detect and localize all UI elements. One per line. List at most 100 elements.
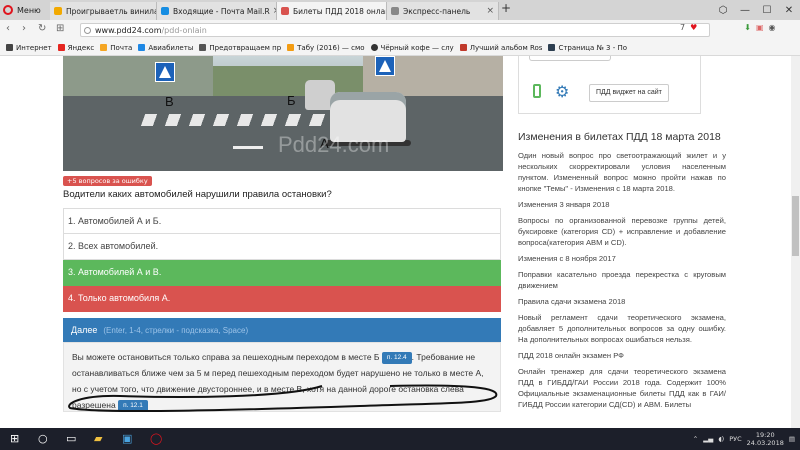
bookmark-label: Табу (2016) — смо (297, 43, 365, 52)
clock-date: 24.03.2018 (746, 439, 784, 447)
answer-option-1[interactable]: 1. Автомобилей А и Б. (63, 208, 501, 234)
scene-lane-marking (233, 146, 263, 149)
bookmark-label: Яндекс (67, 43, 95, 52)
tab-express-panel[interactable]: Экспресс-панель × (387, 2, 499, 20)
address-bar: ‹ › ↻ ⊞ www.pdd24.com/pdd-onlain 7 ♥ ⬇ ▣… (0, 20, 800, 41)
news-column: Изменения в билетах ПДД 18 марта 2018 Од… (518, 130, 726, 415)
bookmark-icon (199, 44, 207, 51)
bookmark-avia[interactable]: Авиабилеты (138, 44, 193, 52)
download-icon[interactable]: ⬇ (744, 23, 751, 32)
url-field[interactable]: www.pdd24.com/pdd-onlain (80, 23, 710, 37)
search-icon[interactable]: ○ (38, 432, 48, 445)
explanation-text-1: Вы можете остановиться только справа за … (72, 352, 380, 362)
gear-icon[interactable]: ⚙ (555, 82, 569, 101)
bookmark-mail[interactable]: Почта (100, 44, 132, 52)
bookmarks-bar: Интернет Яндекс Почта Авиабилеты Предотв… (0, 40, 800, 56)
minimize-icon[interactable]: — (734, 5, 756, 16)
bookmark-album[interactable]: Лучший альбом Ros (459, 44, 542, 52)
tab-title: Проигрываетль винила (66, 6, 157, 16)
opera-menu-button[interactable]: Меню (3, 2, 41, 18)
speed-dial-icon[interactable]: ⊞ (56, 23, 64, 34)
tab-close-icon[interactable]: × (270, 6, 276, 16)
explanation-panel: Вы можете остановиться только справа за … (63, 342, 501, 412)
bookmark-label: Предотвращаем пр (209, 43, 282, 52)
maximize-icon[interactable]: ☐ (756, 5, 778, 16)
tab-favicon-icon (54, 7, 62, 15)
news-item: Новый регламент сдачи теоретического экз… (518, 313, 726, 344)
clock[interactable]: 19:20 24.03.2018 (747, 431, 784, 447)
bookmark-coffee[interactable]: Чёрный кофе — слу (370, 43, 454, 52)
new-tab-button[interactable]: + (501, 1, 511, 15)
volume-icon[interactable]: ◖) (718, 435, 724, 443)
tab-title: Экспресс-панель (403, 6, 471, 16)
notifications-icon[interactable]: ▤ (789, 435, 795, 443)
rule-link-12-4[interactable]: п. 12.4 (381, 351, 412, 364)
opera-taskbar-icon[interactable]: ◯ (150, 432, 162, 445)
adblock-count[interactable]: 7 (680, 23, 685, 32)
widget-top-button[interactable] (529, 56, 611, 61)
forward-icon[interactable]: › (22, 23, 26, 34)
bookmark-page3[interactable]: Страница № 3 - По (548, 44, 627, 52)
heart-icon[interactable]: ♥ (690, 23, 697, 32)
system-tray: ⌃ ▂▄ ◖) РУС 19:20 24.03.2018 ▤ (693, 428, 795, 450)
answer-option-2[interactable]: 2. Всех автомобилей. (63, 234, 501, 260)
tab-pdd[interactable]: Билеты ПДД 2018 онлайн × (277, 2, 387, 20)
language-indicator[interactable]: РУС (729, 435, 741, 443)
tab-favicon-icon (391, 7, 399, 15)
file-explorer-icon[interactable]: ▰ (94, 432, 102, 445)
extension-icon[interactable]: ▣ (756, 23, 764, 32)
news-item: ПДД 2018 онлайн экзамен РФ (518, 351, 624, 360)
tray-chevron-icon[interactable]: ⌃ (693, 435, 698, 443)
tabs-menu-icon[interactable]: ⬡ (712, 5, 734, 16)
answer-option-3[interactable]: 3. Автомобилей А и В. (63, 260, 501, 286)
next-hint: (Enter, 1-4, стрелки - подсказка, Space) (103, 326, 249, 335)
windows-start-icon[interactable]: ⊞ (10, 432, 19, 445)
answer-option-4[interactable]: 4. Только автомобиля А. (63, 286, 501, 312)
network-icon[interactable]: ▂▄ (703, 435, 713, 443)
scrollbar-thumb[interactable] (792, 196, 799, 256)
task-view-icon[interactable]: ▭ (66, 432, 76, 445)
tab-close-icon[interactable]: × (483, 6, 494, 16)
bookmark-prevent[interactable]: Предотвращаем пр (199, 44, 281, 52)
news-item: Изменения с 8 ноября 2017 (518, 254, 616, 263)
bookmark-icon (6, 44, 13, 51)
url-domain: www.pdd24.com (95, 26, 162, 35)
news-item: Вопросы по организованной перевозке груп… (518, 216, 726, 247)
pedestrian-crossing-sign-icon (155, 62, 175, 82)
reload-icon[interactable]: ↻ (38, 23, 46, 34)
pedestrian-crossing-sign-icon (375, 56, 395, 76)
tab-mail[interactable]: Входящие - Почта Mail.R × (157, 2, 277, 20)
question-text: Водители каких автомобилей нарушили прав… (63, 189, 332, 200)
rule-link-12-1[interactable]: п. 12.1 (118, 399, 148, 412)
bookmark-label: Чёрный кофе — слу (380, 43, 454, 52)
windows-taskbar: ⊞ ○ ▭ ▰ ▣ ◯ ⌃ ▂▄ ◖) РУС 19:20 24.03.2018… (0, 428, 800, 450)
bookmark-tabu[interactable]: Табу (2016) — смо (287, 43, 365, 52)
bookmark-label: Почта (110, 43, 133, 52)
site-info-icon[interactable] (84, 27, 91, 34)
close-window-icon[interactable]: ✕ (778, 5, 800, 16)
tab-bar: Меню Проигрываетль винила × Входящие - П… (0, 0, 800, 20)
phone-icon[interactable] (533, 84, 541, 98)
answers-list: 1. Автомобилей А и Б. 2. Всех автомобиле… (63, 208, 501, 312)
page-scrollbar[interactable] (791, 56, 800, 428)
bookmark-icon (459, 44, 467, 51)
play-icon (370, 44, 378, 51)
next-label: Далее (71, 325, 98, 335)
news-item: Поправки касательно проезда перекрестка … (518, 270, 726, 290)
news-item: Онлайн тренажер для сдачи теоретического… (518, 367, 726, 409)
yandex-icon (57, 44, 65, 51)
account-icon[interactable]: ◉ (769, 23, 776, 32)
penalty-badge: +5 вопросов за ошибку (63, 176, 152, 186)
address-bar-actions: 7 ♥ ⬇ ▣ ◉ (680, 23, 776, 32)
store-icon[interactable]: ▣ (122, 432, 132, 445)
bookmark-internet[interactable]: Интернет (6, 44, 52, 52)
bookmark-yandex[interactable]: Яндекс (57, 43, 95, 52)
back-icon[interactable]: ‹ (6, 23, 10, 34)
news-title: Изменения в билетах ПДД 18 марта 2018 (518, 131, 721, 143)
widget-box: ⚙ ПДД виджет на сайт (518, 56, 701, 114)
tab-vinyl[interactable]: Проигрываетль винила × (50, 2, 157, 20)
widget-button[interactable]: ПДД виджет на сайт (589, 84, 669, 102)
news-item: Правила сдачи экзамена 2018 (518, 297, 626, 306)
next-button[interactable]: Далее (Enter, 1-4, стрелки - подсказка, S… (63, 318, 501, 342)
question-image: В Б А Pdd24.com (63, 56, 503, 171)
